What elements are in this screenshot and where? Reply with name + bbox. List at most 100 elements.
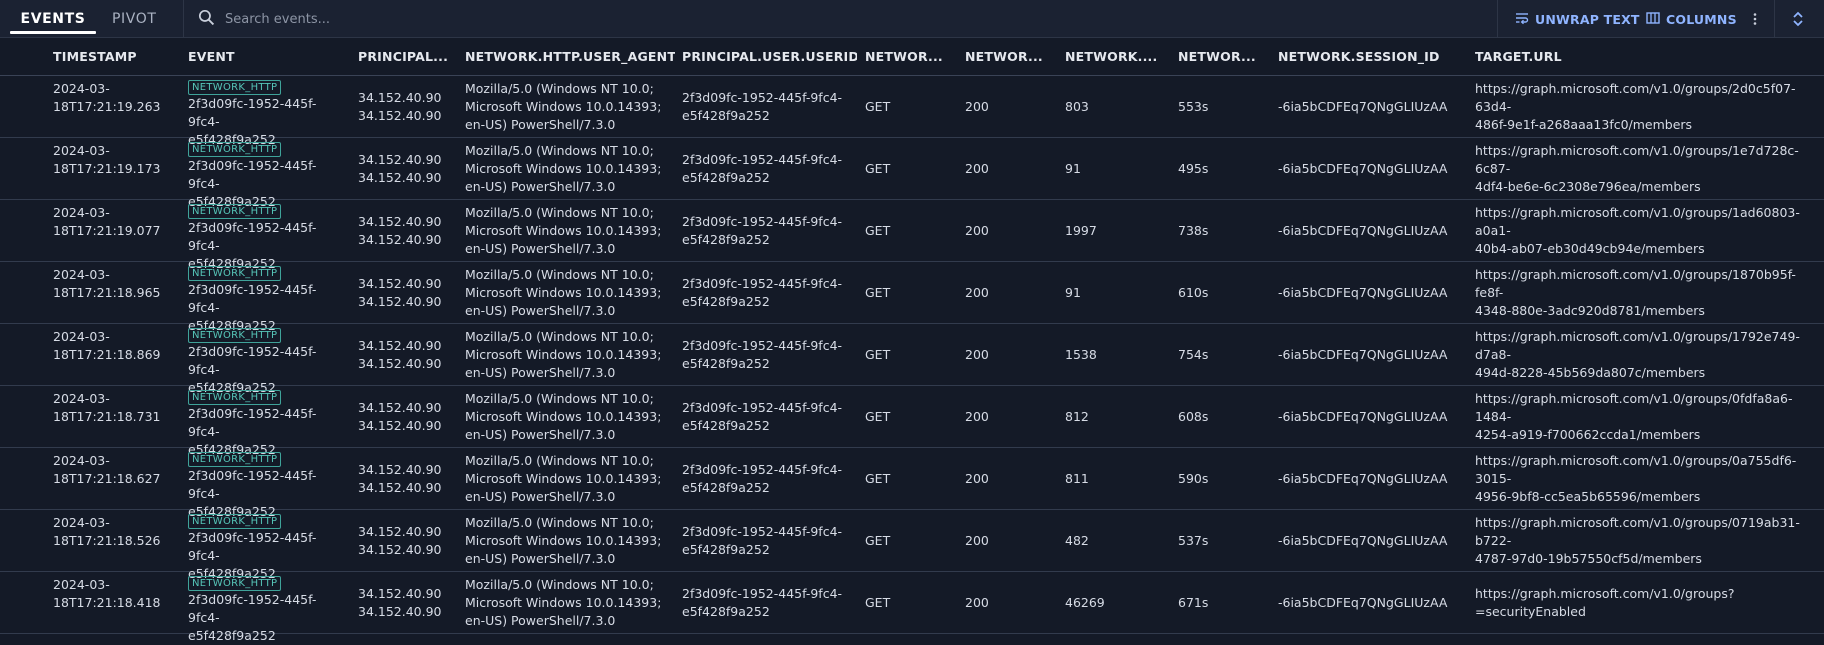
principal-ip-cell: 34.152.40.90 34.152.40.90 [358, 572, 458, 633]
expand-collapse-icon[interactable] [1788, 0, 1808, 38]
search-icon [198, 9, 215, 30]
table-header: TIMESTAMP EVENT PRINCIPAL... NETWORK.HTT… [0, 38, 1824, 76]
method-cell: GET [865, 532, 891, 548]
target-url-cell: https://graph.microsoft.com/v1.0/groups/… [1475, 142, 1799, 194]
table-row[interactable]: 2024-03- 18T17:21:18.965 NETWORK_HTTP 2f3… [0, 262, 1824, 333]
userid-value: 2f3d09fc-1952-445f-9fc4- e5f428f9a252 [682, 151, 843, 185]
bytes-cell: 803 [1065, 98, 1089, 114]
principal-ip-cell: 34.152.40.90 34.152.40.90 [358, 138, 458, 199]
bytes-cell: 811 [1065, 470, 1089, 486]
principal-ip-value: 34.152.40.90 34.152.40.90 [358, 585, 442, 619]
session-id-cell: -6ia5bCDFEq7QNgGLIUzAA [1278, 284, 1448, 300]
method-cell: GET [865, 160, 891, 176]
columns-button[interactable]: COLUMNS [1646, 0, 1737, 38]
column-header-target-url[interactable]: TARGET.URL [1475, 38, 1675, 76]
tab-events[interactable]: EVENTS [10, 0, 96, 36]
target-url-cell: https://graph.microsoft.com/v1.0/groups/… [1475, 328, 1800, 380]
column-header-user-agent[interactable]: NETWORK.HTTP.USER_AGENT [465, 38, 675, 76]
columns-label: COLUMNS [1666, 11, 1737, 27]
tab-pivot[interactable]: PIVOT [112, 0, 162, 36]
event-type-badge: NETWORK_HTTP [188, 204, 282, 219]
user-agent-cell: Mozilla/5.0 (Windows NT 10.0; Microsoft … [465, 577, 662, 628]
userid-cell: 2f3d09fc-1952-445f-9fc4- e5f428f9a252 [682, 510, 852, 571]
principal-ip-cell: 34.152.40.90 34.152.40.90 [358, 510, 458, 571]
principal-ip-cell: 34.152.40.90 34.152.40.90 [358, 448, 458, 509]
timestamp-cell: 2024-03- 18T17:21:19.173 [53, 143, 161, 176]
principal-ip-cell: 34.152.40.90 34.152.40.90 [358, 386, 458, 447]
table-row[interactable]: 2024-03- 18T17:21:18.418 NETWORK_HTTP 2f3… [0, 572, 1824, 643]
session-id-cell: -6ia5bCDFEq7QNgGLIUzAA [1278, 346, 1448, 362]
principal-ip-value: 34.152.40.90 34.152.40.90 [358, 461, 442, 495]
method-cell: GET [865, 470, 891, 486]
timestamp-cell: 2024-03- 18T17:21:19.263 [53, 81, 161, 114]
target-url-cell: https://graph.microsoft.com/v1.0/groups/… [1475, 80, 1796, 132]
event-id: 2f3d09fc-1952-445f-9fc4- e5f428f9a252 [188, 592, 317, 643]
table-row[interactable]: 2024-03- 18T17:21:18.869 NETWORK_HTTP 2f3… [0, 324, 1824, 395]
search-input[interactable] [223, 10, 1027, 28]
userid-value: 2f3d09fc-1952-445f-9fc4- e5f428f9a252 [682, 213, 843, 247]
column-header-timestamp[interactable]: TIMESTAMP [53, 38, 173, 76]
timestamp-cell: 2024-03- 18T17:21:18.869 [53, 329, 161, 362]
response-code-cell: 200 [965, 532, 989, 548]
userid-cell: 2f3d09fc-1952-445f-9fc4- e5f428f9a252 [682, 76, 852, 137]
bytes-cell: 91 [1065, 284, 1081, 300]
table-row[interactable]: 2024-03- 18T17:21:18.526 NETWORK_HTTP 2f3… [0, 510, 1824, 581]
table-row[interactable]: 2024-03- 18T17:21:18.627 NETWORK_HTTP 2f3… [0, 448, 1824, 519]
unwrap-text-button[interactable]: UNWRAP TEXT [1515, 0, 1640, 38]
duration-cell: 738s [1178, 222, 1209, 238]
userid-cell: 2f3d09fc-1952-445f-9fc4- e5f428f9a252 [682, 138, 852, 199]
target-url-cell: https://graph.microsoft.com/v1.0/groups/… [1475, 266, 1796, 318]
more-options-icon[interactable] [1748, 0, 1762, 38]
event-type-badge: NETWORK_HTTP [188, 576, 282, 591]
userid-cell: 2f3d09fc-1952-445f-9fc4- e5f428f9a252 [682, 572, 852, 633]
method-cell: GET [865, 284, 891, 300]
duration-cell: 495s [1178, 160, 1209, 176]
principal-ip-cell: 34.152.40.90 34.152.40.90 [358, 76, 458, 137]
timestamp-cell: 2024-03- 18T17:21:18.418 [53, 577, 161, 610]
columns-icon [1646, 11, 1666, 28]
userid-value: 2f3d09fc-1952-445f-9fc4- e5f428f9a252 [682, 89, 843, 123]
timestamp-cell: 2024-03- 18T17:21:18.965 [53, 267, 161, 300]
event-type-badge: NETWORK_HTTP [188, 266, 282, 281]
table-row[interactable]: 2024-03- 18T17:21:18.731 NETWORK_HTTP 2f3… [0, 386, 1824, 457]
column-header-userid[interactable]: PRINCIPAL.USER.USERID [682, 38, 857, 76]
user-agent-cell: Mozilla/5.0 (Windows NT 10.0; Microsoft … [465, 515, 662, 566]
event-type-badge: NETWORK_HTTP [188, 328, 282, 343]
table-row[interactable]: 2024-03- 18T17:21:19.263 NETWORK_HTTP 2f3… [0, 76, 1824, 147]
userid-cell: 2f3d09fc-1952-445f-9fc4- e5f428f9a252 [682, 386, 852, 447]
bytes-cell: 91 [1065, 160, 1081, 176]
userid-value: 2f3d09fc-1952-445f-9fc4- e5f428f9a252 [682, 399, 843, 433]
duration-cell: 610s [1178, 284, 1209, 300]
column-header-principal-ip[interactable]: PRINCIPAL... [358, 38, 450, 76]
event-type-badge: NETWORK_HTTP [188, 452, 282, 467]
column-header-method[interactable]: NETWOR... [865, 38, 955, 76]
userid-cell: 2f3d09fc-1952-445f-9fc4- e5f428f9a252 [682, 448, 852, 509]
user-agent-cell: Mozilla/5.0 (Windows NT 10.0; Microsoft … [465, 143, 662, 194]
table-row[interactable]: 2024-03- 18T17:21:19.077 NETWORK_HTTP 2f3… [0, 200, 1824, 271]
user-agent-cell: Mozilla/5.0 (Windows NT 10.0; Microsoft … [465, 267, 662, 318]
column-header-session-id[interactable]: NETWORK.SESSION_ID [1278, 38, 1468, 76]
event-type-badge: NETWORK_HTTP [188, 514, 282, 529]
response-code-cell: 200 [965, 98, 989, 114]
target-url-cell: https://graph.microsoft.com/v1.0/groups/… [1475, 514, 1800, 566]
column-header-event[interactable]: EVENT [188, 38, 338, 76]
session-id-cell: -6ia5bCDFEq7QNgGLIUzAA [1278, 98, 1448, 114]
response-code-cell: 200 [965, 160, 989, 176]
duration-cell: 608s [1178, 408, 1209, 424]
principal-ip-value: 34.152.40.90 34.152.40.90 [358, 275, 442, 309]
userid-value: 2f3d09fc-1952-445f-9fc4- e5f428f9a252 [682, 275, 843, 309]
bytes-cell: 46269 [1065, 594, 1105, 610]
principal-ip-cell: 34.152.40.90 34.152.40.90 [358, 324, 458, 385]
column-header-bytes[interactable]: NETWORK.... [1065, 38, 1160, 76]
principal-ip-value: 34.152.40.90 34.152.40.90 [358, 89, 442, 123]
session-id-cell: -6ia5bCDFEq7QNgGLIUzAA [1278, 408, 1448, 424]
table-row[interactable]: 2024-03- 18T17:21:19.173 NETWORK_HTTP 2f3… [0, 138, 1824, 209]
response-code-cell: 200 [965, 222, 989, 238]
divider [1497, 0, 1498, 38]
response-code-cell: 200 [965, 408, 989, 424]
target-url-cell: https://graph.microsoft.com/v1.0/groups?… [1475, 585, 1735, 619]
column-header-response-code[interactable]: NETWOR... [965, 38, 1055, 76]
event-type-badge: NETWORK_HTTP [188, 80, 282, 95]
bytes-cell: 1997 [1065, 222, 1097, 238]
column-header-duration[interactable]: NETWOR... [1178, 38, 1268, 76]
